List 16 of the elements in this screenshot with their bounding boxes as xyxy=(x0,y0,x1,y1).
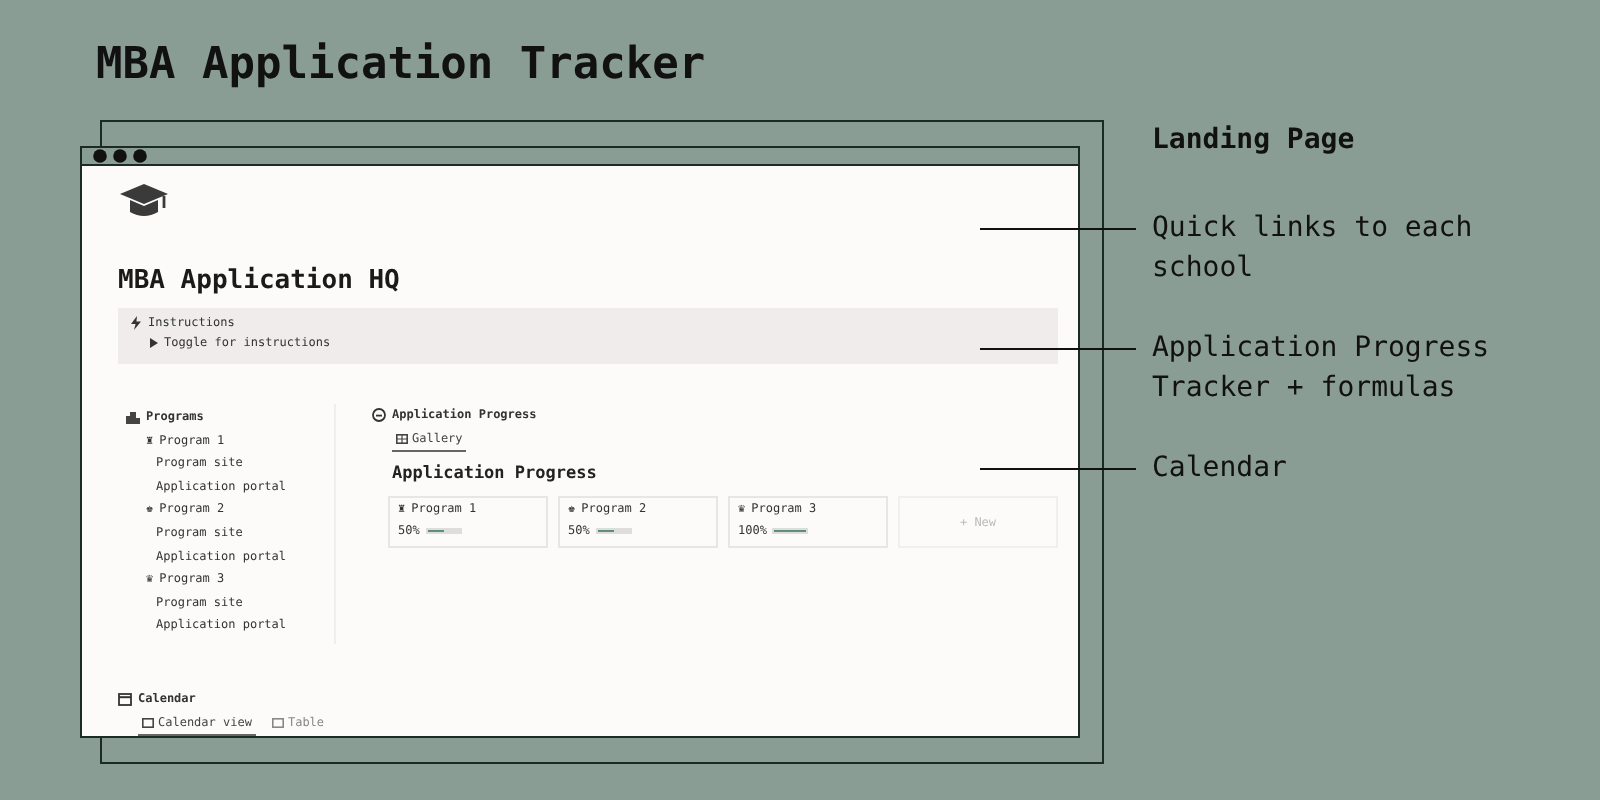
main-title: MBA Application Tracker xyxy=(96,40,706,90)
gallery-heading: Application Progress xyxy=(392,464,599,484)
graduation-cap-icon xyxy=(118,182,170,222)
buildings-icon xyxy=(126,411,140,423)
window-icon xyxy=(142,717,154,728)
window-icon xyxy=(271,717,284,728)
annotation-label: Calendar xyxy=(1152,450,1289,488)
page-title: MBA Application HQ xyxy=(118,266,402,296)
annotation-label: Application Progress Tracker + formulas xyxy=(1152,330,1492,408)
grid-icon xyxy=(396,433,408,443)
window-dots-icon xyxy=(92,148,148,164)
toggle-triangle-icon[interactable] xyxy=(150,338,158,348)
annotation-label: Quick links to each school xyxy=(1152,210,1475,288)
annotation-label: Landing Page xyxy=(1152,122,1357,160)
lightning-icon xyxy=(130,316,142,330)
calendar-icon xyxy=(118,692,132,707)
